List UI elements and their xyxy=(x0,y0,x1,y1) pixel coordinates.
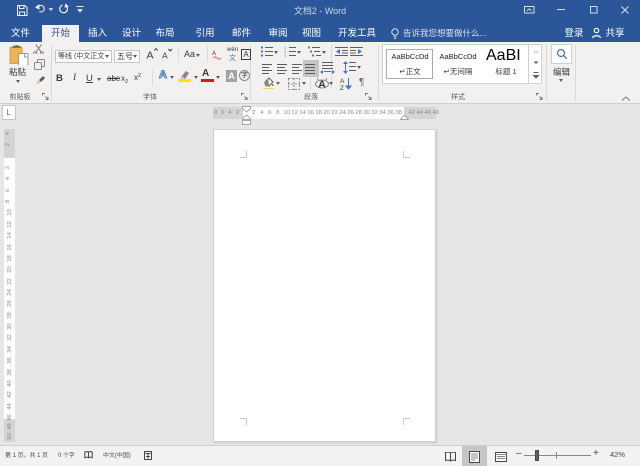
svg-text:Z: Z xyxy=(340,85,344,90)
svg-text:A: A xyxy=(162,51,168,61)
svg-text:3: 3 xyxy=(284,53,287,57)
svg-text:A: A xyxy=(147,50,154,62)
svg-text:A: A xyxy=(212,51,216,57)
svg-text:A: A xyxy=(340,78,345,85)
